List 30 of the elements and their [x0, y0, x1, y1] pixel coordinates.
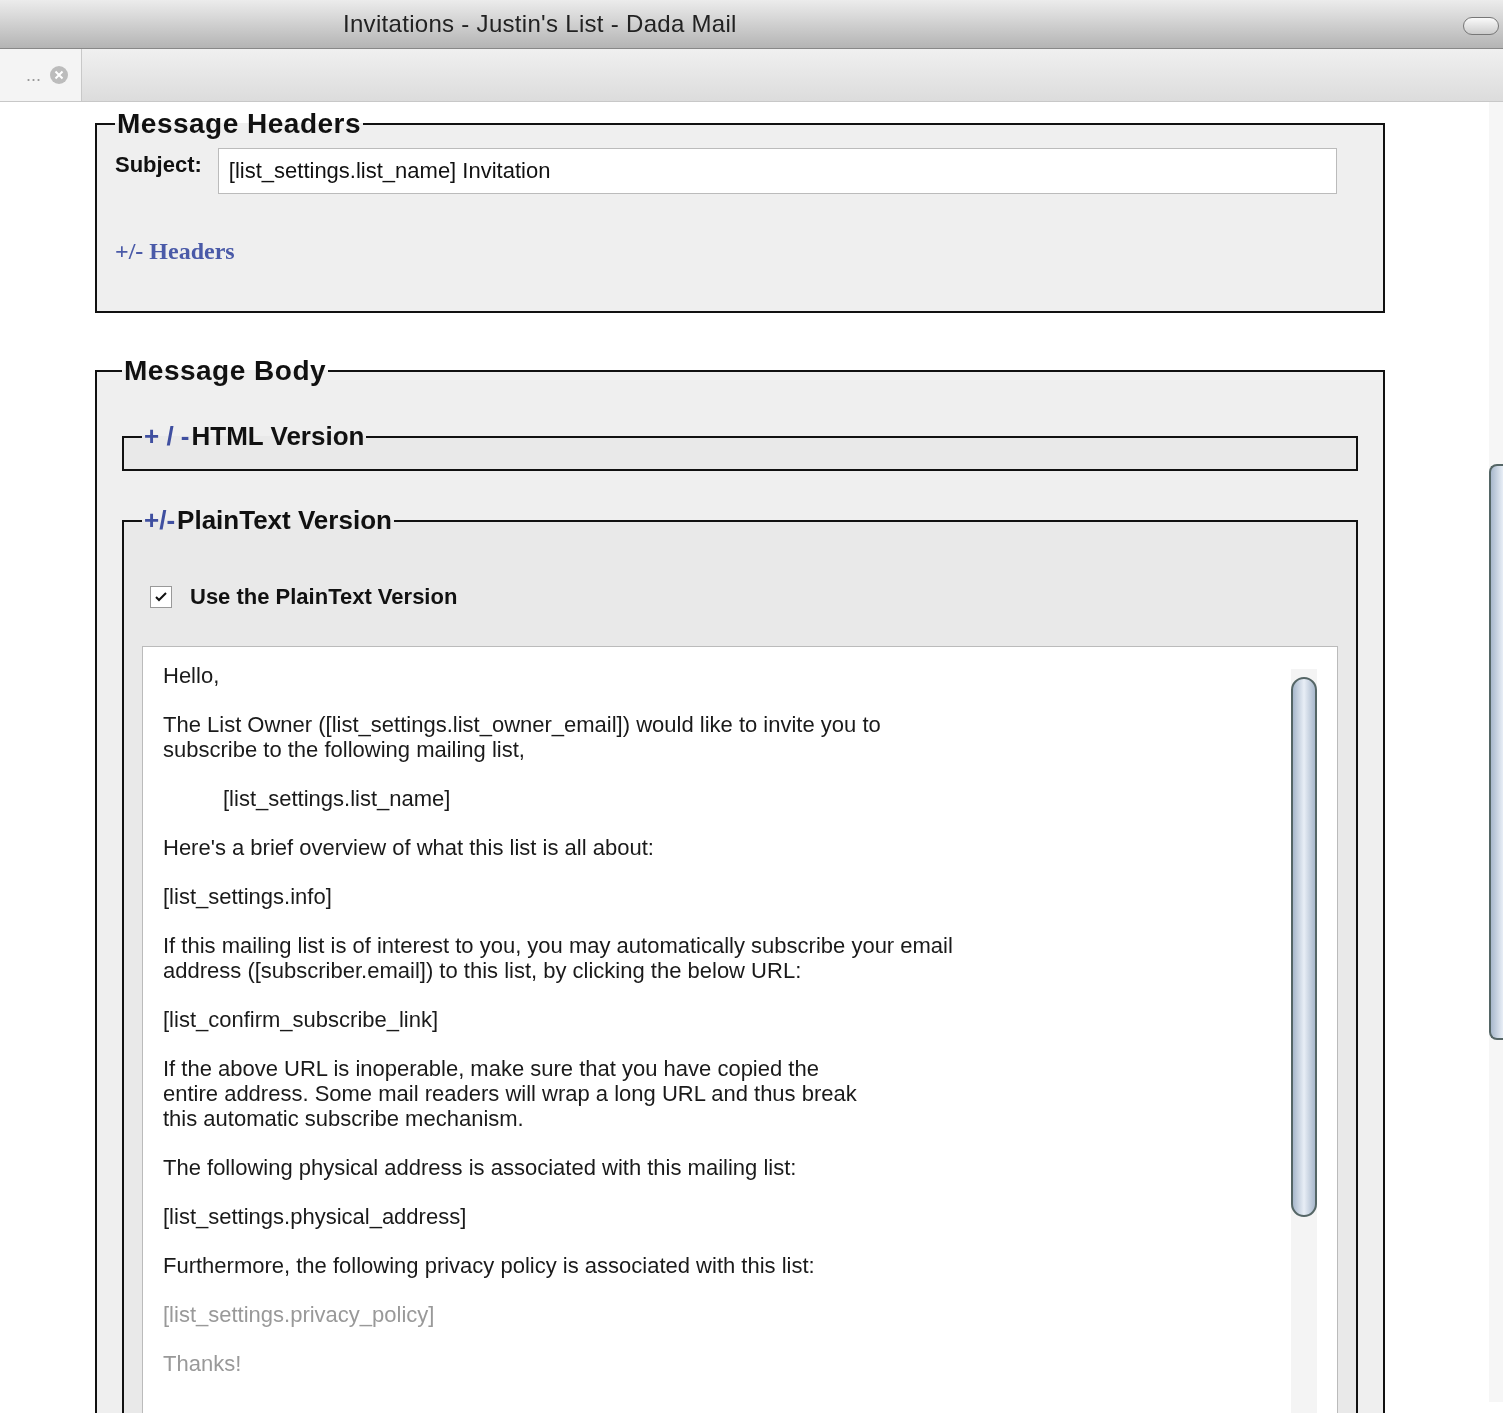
message-paragraph: The List Owner ([list_settings.list_owner_email]) would like to invite you to subscribe to the following mailing list,	[163, 712, 882, 762]
message-paragraph: Here's a brief overview of what this list is all about:	[163, 835, 655, 860]
message-paragraph: Furthermore, the following privacy policy is associated with this list:	[163, 1253, 816, 1278]
scrollbar-thumb[interactable]	[1489, 464, 1503, 1040]
use-plaintext-checkbox[interactable]	[150, 586, 172, 608]
message-paragraph: [list_settings.privacy_policy]	[163, 1302, 436, 1327]
window-title: Invitations - Justin's List - Dada Mail	[343, 10, 737, 38]
message-paragraph: [list_settings.info]	[163, 884, 333, 909]
checkbox-label: Use the PlainText Version	[190, 584, 458, 610]
plaintext-toggle-link[interactable]: +/-	[144, 505, 176, 535]
message-text-area[interactable]	[142, 646, 1338, 1413]
message-paragraph: Hello,	[163, 663, 221, 688]
check-mark-icon	[154, 591, 168, 603]
section-title: Message Headers	[116, 108, 363, 140]
section-title: HTML Version	[191, 421, 365, 451]
toolbar-toggle-button[interactable]	[1463, 17, 1499, 35]
headers-toggle-link[interactable]: +/- Headers	[115, 238, 235, 265]
scrollbar-thumb[interactable]	[1291, 677, 1317, 1217]
section-title: PlainText Version	[177, 505, 392, 535]
message-paragraph: If this mailing list is of interest to you, you may automatically subscribe your email address ([subscriber.email]) to this list, by clicking the below URL:	[163, 933, 954, 983]
message-paragraph: If the above URL is inoperable, make sure that you have copied the entire address. Some mail readers will wrap a long URL and thus break this automatic subscribe mechanism.	[163, 1056, 858, 1131]
message-paragraph: [list_settings.physical_address]	[163, 1204, 468, 1229]
subject-field[interactable]: [list_settings.list_name] Invitation	[217, 148, 1337, 194]
message-paragraph: Thanks!	[163, 1351, 243, 1376]
subject-label: Subject:	[115, 152, 202, 178]
section-title: Message Body	[123, 355, 328, 387]
html-toggle-link[interactable]: + / -	[144, 421, 190, 451]
message-paragraph: The following physical address is associated with this mailing list:	[163, 1155, 798, 1180]
message-paragraph: [list_confirm_subscribe_link]	[163, 1007, 440, 1032]
message-paragraph: [list_settings.list_name]	[222, 786, 452, 811]
